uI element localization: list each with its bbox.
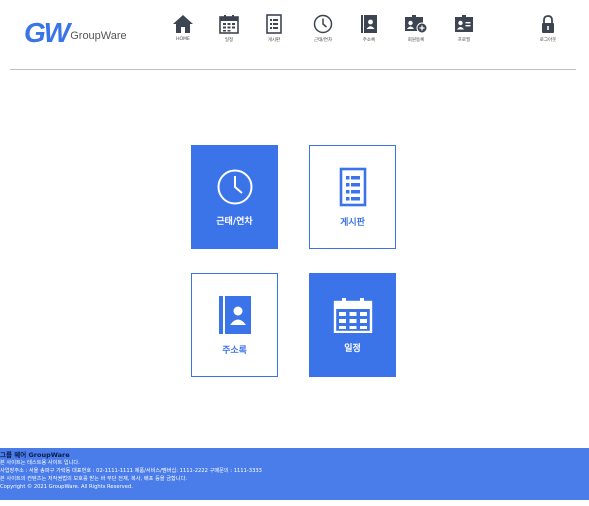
board-icon [266,14,282,34]
tile-label: 게시판 [340,217,365,228]
tile-calendar[interactable]: 일정 [309,273,396,377]
tile-label: 근태/연차 [216,216,253,227]
footer-line: 본 사이트는 테스트용 사이트 입니다. [0,460,80,466]
nav-calendar[interactable]: 일정 [204,14,254,43]
tile-address-book[interactable]: 주소록 [191,273,278,377]
nav-label: 회원등록 [407,38,425,43]
header: GW GroupWare HOME 일정 게시판 근태/연차 주소록 회원등록 … [0,0,589,70]
add-member-icon [405,15,428,34]
address-book-icon [218,295,251,334]
lock-icon [542,15,554,33]
nav-address-book[interactable]: 주소록 [344,14,394,43]
calendar-icon [333,297,372,333]
tile-label: 주소록 [222,345,247,356]
header-divider [10,69,576,70]
board-icon [339,167,366,206]
nav-profile[interactable]: 프로필 [439,14,489,43]
nav-attendance[interactable]: 근태/연차 [298,14,348,43]
clock-icon [217,169,252,204]
profile-icon [455,15,473,32]
home-icon [173,15,193,33]
tile-label: 일정 [344,343,361,354]
nav-label: 일정 [224,38,234,43]
nav-label: 프로필 [457,38,471,43]
nav-register[interactable]: 회원등록 [391,14,441,43]
nav-home[interactable]: HOME [158,14,208,42]
clock-icon [313,14,333,34]
footer-line: 본 사이트의 컨텐츠는 저작권법의 보호를 받는 바 무단 전재, 복사, 배포… [0,476,187,482]
nav-label: 로그아웃 [539,38,557,43]
footer: 그룹 웨어 GroupWare 본 사이트는 테스트용 사이트 입니다. 사업장… [0,448,589,500]
footer-title: 그룹 웨어 GroupWare [0,451,70,459]
calendar-icon [219,15,239,34]
nav-label: 근태/연차 [313,38,333,43]
logo-mark: GW [24,17,70,48]
logo[interactable]: GW GroupWare [24,17,127,48]
footer-line: 사업장주소 : 서울 송파구 가락동 대표번호 : 02-1111-1111 제… [0,468,262,474]
nav-board[interactable]: 게시판 [249,14,299,43]
footer-copyright: Copyright © 2021 GroupWare. All Rights R… [0,484,133,490]
logo-text: GroupWare [70,30,127,42]
tile-board[interactable]: 게시판 [309,145,396,249]
nav-logout[interactable]: 로그아웃 [523,14,573,43]
nav-label: 주소록 [362,38,376,43]
tile-attendance[interactable]: 근태/연차 [191,145,278,249]
nav-label: HOME [176,37,190,42]
address-book-icon [361,15,377,33]
nav-label: 게시판 [267,38,281,43]
